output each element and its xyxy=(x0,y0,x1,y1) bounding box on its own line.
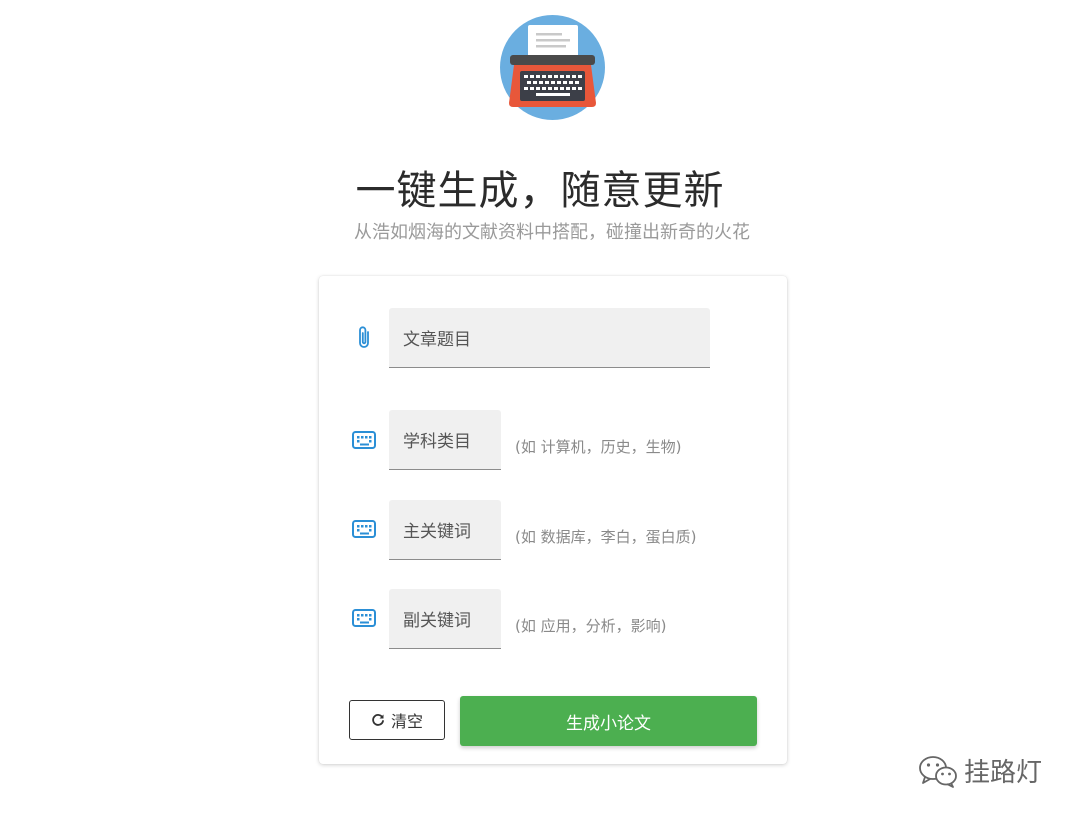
page-title: 一键生成，随意更新 xyxy=(355,168,725,214)
form-card: 文章题目 学科类目 (如 计算机，历史，生物) 主关键词 (如 数据库，李白，蛋… xyxy=(319,276,787,764)
clear-button[interactable]: 清空 xyxy=(349,700,445,740)
subject-category-placeholder: 学科类目 xyxy=(403,432,471,452)
article-title-placeholder: 文章题目 xyxy=(403,330,471,350)
keyboard-icon xyxy=(351,427,377,453)
clear-button-label: 清空 xyxy=(390,712,423,731)
sub-keyword-input[interactable]: 副关键词 xyxy=(389,589,501,649)
paperclip-icon xyxy=(351,325,377,351)
generate-button-label: 生成小论文 xyxy=(566,713,651,734)
refresh-icon xyxy=(372,714,384,726)
keyboard-icon xyxy=(351,516,377,542)
keyboard-icon xyxy=(351,605,377,631)
main-keyword-placeholder: 主关键词 xyxy=(403,522,471,542)
main-keyword-input[interactable]: 主关键词 xyxy=(389,500,501,560)
subject-category-hint: (如 计算机，历史，生物) xyxy=(515,438,682,456)
generate-essay-button[interactable]: 生成小论文 xyxy=(460,696,757,746)
main-keyword-hint: (如 数据库，李白，蛋白质) xyxy=(515,528,697,546)
article-title-input[interactable]: 文章题目 xyxy=(389,308,710,368)
sub-keyword-placeholder: 副关键词 xyxy=(403,611,471,631)
page-subtitle: 从浩如烟海的文献资料中搭配，碰撞出新奇的火花 xyxy=(354,222,750,243)
wechat-icon xyxy=(919,755,957,788)
page: 一键生成，随意更新 从浩如烟海的文献资料中搭配，碰撞出新奇的火花 文章题目 学科… xyxy=(0,0,1080,819)
watermark-text: 挂路灯 xyxy=(964,758,1043,788)
subject-category-input[interactable]: 学科类目 xyxy=(389,410,501,470)
sub-keyword-hint: (如 应用，分析，影响) xyxy=(515,617,667,635)
typewriter-icon xyxy=(500,15,605,120)
watermark: 挂路灯 xyxy=(918,752,1042,789)
